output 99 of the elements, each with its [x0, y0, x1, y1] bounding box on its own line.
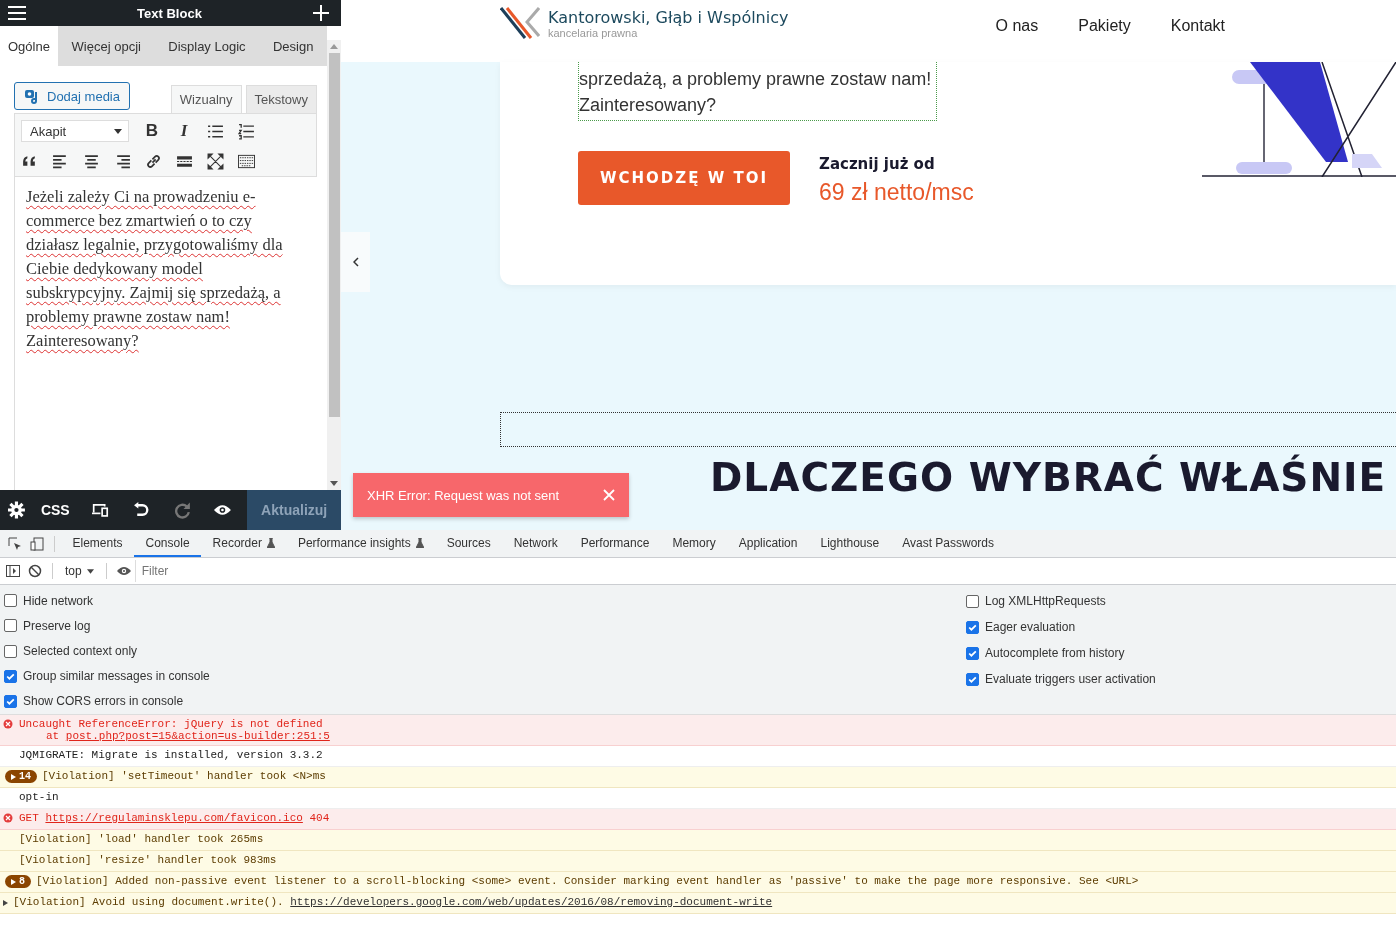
- devtools-tab[interactable]: Performance: [569, 530, 661, 557]
- undo-icon[interactable]: [132, 501, 150, 519]
- message-text: JQMIGRATE: Migrate is installed, version 3.3.2: [19, 749, 323, 761]
- repeat-count-badge[interactable]: 8: [5, 875, 31, 888]
- toast-message: XHR Error: Request was not sent: [367, 487, 560, 503]
- setting-label: Show CORS errors in console: [23, 694, 184, 709]
- expand-icon[interactable]: [3, 900, 8, 906]
- devtools-tab[interactable]: Elements: [61, 530, 135, 557]
- checkbox[interactable]: [966, 672, 979, 686]
- align-right-icon[interactable]: [114, 152, 131, 170]
- css-button[interactable]: CSS: [40, 502, 70, 518]
- price-value: 69 zł netto/msc: [819, 179, 974, 206]
- format-dropdown[interactable]: Akapit: [21, 120, 129, 142]
- nav-link[interactable]: Kontakt: [1170, 17, 1225, 35]
- setting-label: Eager evaluation: [985, 620, 1076, 634]
- nav-link[interactable]: Pakiety: [1078, 17, 1131, 35]
- setting-label: Preserve log: [23, 618, 91, 633]
- logo-tagline: kancelaria prawna: [548, 26, 639, 39]
- bullet-list-icon[interactable]: [207, 122, 224, 140]
- logo-name[interactable]: Kantorowski, Głąb i Wspólnicy: [548, 7, 789, 27]
- stack-trace-line: at post.php?post=15&action=us-builder:251:5: [45, 730, 330, 742]
- keyboard-icon[interactable]: [238, 152, 255, 170]
- checkbox[interactable]: [4, 644, 17, 658]
- editor-mode-tab[interactable]: Tekstowy: [245, 85, 317, 113]
- repeat-count-badge[interactable]: 14: [5, 770, 37, 783]
- setting-label: Log XMLHttpRequests: [985, 594, 1106, 608]
- devtools-tab[interactable]: Lighthouse: [808, 530, 891, 557]
- clear-console-icon[interactable]: [28, 564, 42, 578]
- setting-label: Group similar messages in console: [23, 669, 210, 684]
- checkbox[interactable]: [4, 694, 17, 708]
- setting-label: Hide network: [23, 593, 94, 608]
- devtools-tab[interactable]: Memory: [660, 530, 728, 557]
- message-link[interactable]: https://developers.google.com/web/updates/2016/08/removing-document-write: [290, 896, 773, 908]
- panel-title: Text Block: [137, 5, 202, 21]
- setting-label: Autocomplete from history: [985, 646, 1125, 660]
- devtools-tab[interactable]: Avast Passwords: [890, 530, 1006, 557]
- inspect-icon[interactable]: [8, 536, 22, 551]
- scrollbar[interactable]: [327, 40, 341, 490]
- fullscreen-icon[interactable]: [207, 152, 224, 170]
- media-icon: [24, 88, 40, 104]
- device-toolbar-icon[interactable]: [30, 536, 44, 551]
- flask-icon: [266, 537, 275, 548]
- menu-icon[interactable]: [8, 6, 26, 20]
- checkbox[interactable]: [4, 669, 17, 683]
- numbered-list-icon[interactable]: [238, 122, 255, 140]
- responsive-icon[interactable]: [91, 501, 109, 519]
- message-text: [Violation] Avoid using document.write(). https://developers.google.com/web/updates/2016/08/removing-document-write: [13, 896, 773, 908]
- chevron-left-icon: [352, 257, 359, 267]
- bold-button[interactable]: B: [143, 121, 161, 141]
- devtools-tab[interactable]: Network: [502, 530, 570, 557]
- align-center-icon[interactable]: [83, 152, 100, 170]
- context-dropdown[interactable]: top: [59, 563, 100, 579]
- message-text: [Violation] 'load' handler took 265ms: [19, 833, 264, 845]
- checkbox[interactable]: [4, 619, 17, 633]
- update-button[interactable]: Aktualizuj: [247, 490, 341, 530]
- italic-button[interactable]: I: [175, 121, 193, 141]
- devtools-tab[interactable]: Console: [134, 530, 202, 557]
- link-icon[interactable]: [145, 152, 162, 170]
- message-text: [Violation] 'resize' handler took 983ms: [19, 854, 277, 866]
- checkbox[interactable]: [966, 594, 979, 608]
- sidebar-toggle-icon[interactable]: [6, 564, 20, 578]
- align-left-icon[interactable]: [52, 152, 69, 170]
- nav-link[interactable]: O nas: [995, 17, 1039, 35]
- setting-label: Selected context only: [23, 644, 138, 658]
- message-text: [Violation] 'setTimeout' handler took <N>ms: [42, 770, 326, 782]
- message-link[interactable]: https://regulaminsklepu.com/favicon.ico: [45, 812, 303, 824]
- error-icon: [3, 813, 13, 823]
- message-text: Uncaught ReferenceError: jQuery is not defined: [19, 718, 324, 730]
- add-icon[interactable]: [313, 5, 329, 21]
- checkbox[interactable]: [966, 620, 979, 634]
- editor-text: Jeżeli zależy Ci na prowadzeniu e-commerce bez zmartwień o to czy działasz legalnie, przygotowaliśmy dla Ciebie dedykowany model subskrypcyjny. Zajmij się sprzedażą, a problemy prawne zostaw nam! Zainteresowany?: [26, 186, 284, 352]
- message-text: [Violation] Added non-passive event listener to a scroll-blocking <some> event. Consider marking event handler as 'passive' to make the page more responsive. See <URL>: [36, 875, 1139, 887]
- scroll-down-icon[interactable]: [330, 481, 338, 486]
- eye-icon[interactable]: [116, 564, 131, 578]
- redo-icon[interactable]: [173, 501, 191, 519]
- logo-icon: [500, 6, 540, 40]
- panel-tab[interactable]: Ogólne: [0, 26, 58, 66]
- editor-mode-tab[interactable]: Wizualny: [170, 85, 242, 113]
- flask-icon: [415, 537, 424, 548]
- caret-icon: [114, 128, 122, 134]
- price-label: Zacznij już od: [819, 155, 936, 173]
- add-media-button[interactable]: Dodaj media: [14, 82, 130, 110]
- close-icon[interactable]: [603, 489, 615, 501]
- checkbox[interactable]: [966, 646, 979, 660]
- devtools-tab[interactable]: Sources: [435, 530, 503, 557]
- devtools-tab[interactable]: Performance insights: [286, 530, 436, 557]
- selected-text-block[interactable]: sprzedażą, a problemy prawne zostaw nam! Zainteresowany?: [578, 62, 937, 121]
- caret-icon: [86, 568, 94, 574]
- error-icon: [3, 719, 13, 729]
- devtools-tab[interactable]: Recorder: [201, 530, 287, 557]
- message-text: opt-in: [19, 791, 59, 803]
- checkbox[interactable]: [4, 594, 17, 608]
- message-text: GET https://regulaminsklepu.com/favicon.ico 404: [19, 812, 330, 824]
- devtools-tab[interactable]: Application: [727, 530, 809, 557]
- section-heading: DLACZEGO WYBRAĆ WŁAŚNIE: [710, 455, 1388, 501]
- settings-icon[interactable]: [8, 501, 25, 519]
- cta-button[interactable]: WCHODZĘ W TOI: [578, 151, 790, 205]
- setting-label: Evaluate triggers user activation: [985, 672, 1156, 686]
- source-link[interactable]: post.php?post=15&action=us-builder:251:5: [65, 730, 330, 742]
